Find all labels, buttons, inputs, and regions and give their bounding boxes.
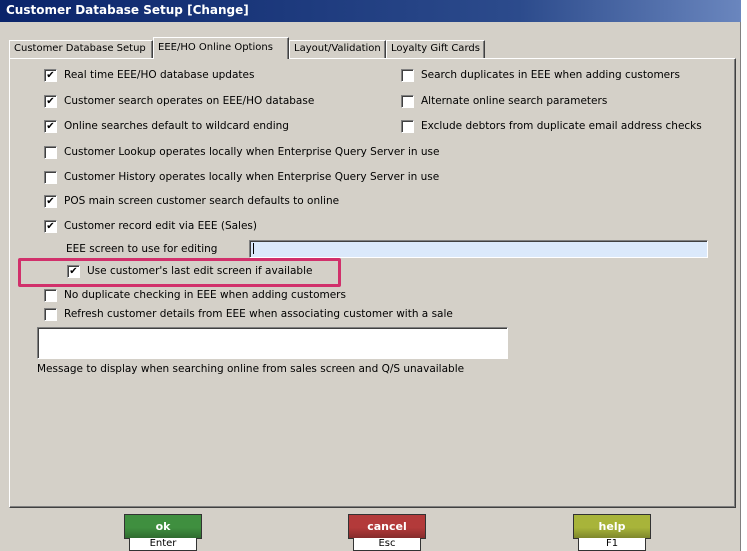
help-button-face[interactable]: help bbox=[573, 514, 651, 539]
checkbox-label: Customer search operates on EEE/HO datab… bbox=[64, 95, 315, 107]
checkbox-label: Online searches default to wildcard endi… bbox=[64, 120, 289, 132]
checkbox-box[interactable]: ✔ bbox=[44, 68, 57, 82]
window-title: Customer Database Setup [Change] bbox=[6, 3, 249, 17]
tab-layout-validation[interactable]: Layout/Validation bbox=[289, 40, 386, 58]
edit-screen-input[interactable] bbox=[249, 240, 708, 258]
record-edit-eee-checkbox[interactable]: ✔ Customer record edit via EEE (Sales) bbox=[44, 218, 257, 234]
ok-shortcut: Enter bbox=[129, 538, 197, 551]
checkbox-label: Refresh customer details from EEE when a… bbox=[64, 308, 453, 320]
tab-loyalty-gift-cards[interactable]: Loyalty Gift Cards bbox=[386, 40, 485, 58]
text-cursor bbox=[253, 243, 254, 254]
checkbox-box[interactable]: ✔ bbox=[44, 194, 57, 208]
exclude-debtors-checkbox[interactable]: Exclude debtors from duplicate email add… bbox=[401, 118, 702, 134]
edit-screen-label: EEE screen to use for editing bbox=[66, 243, 218, 255]
checkbox-label: Search duplicates in EEE when adding cus… bbox=[421, 69, 680, 81]
search-duplicates-checkbox[interactable]: Search duplicates in EEE when adding cus… bbox=[401, 67, 680, 83]
checkbox-label: Customer Lookup operates locally when En… bbox=[64, 146, 440, 158]
cancel-button-face[interactable]: cancel bbox=[348, 514, 426, 539]
checkbox-box[interactable]: ✔ bbox=[67, 264, 80, 278]
no-duplicate-check-checkbox[interactable]: No duplicate checking in EEE when adding… bbox=[44, 287, 346, 303]
history-local-checkbox[interactable]: Customer History operates locally when E… bbox=[44, 169, 439, 185]
search-on-eee-checkbox[interactable]: ✔ Customer search operates on EEE/HO dat… bbox=[44, 93, 314, 109]
checkbox-label: No duplicate checking in EEE when adding… bbox=[64, 289, 346, 301]
checkbox-box[interactable] bbox=[401, 94, 414, 108]
alternate-params-checkbox[interactable]: Alternate online search parameters bbox=[401, 93, 607, 109]
checkbox-label: Use customer's last edit screen if avail… bbox=[87, 265, 313, 277]
help-button[interactable]: help F1 bbox=[573, 514, 651, 551]
checkbox-box[interactable]: ✔ bbox=[44, 219, 57, 233]
refresh-details-checkbox[interactable]: Refresh customer details from EEE when a… bbox=[44, 306, 453, 322]
cancel-button[interactable]: cancel Esc bbox=[348, 514, 426, 551]
checkbox-box[interactable]: ✔ bbox=[44, 94, 57, 108]
checkbox-box[interactable] bbox=[44, 307, 57, 321]
checkbox-box[interactable] bbox=[44, 145, 57, 159]
pos-search-online-checkbox[interactable]: ✔ POS main screen customer search defaul… bbox=[44, 193, 339, 209]
checkbox-label: Real time EEE/HO database updates bbox=[64, 69, 255, 81]
checkbox-label: Customer record edit via EEE (Sales) bbox=[64, 220, 257, 232]
wildcard-ending-checkbox[interactable]: ✔ Online searches default to wildcard en… bbox=[44, 118, 289, 134]
title-bar[interactable]: Customer Database Setup [Change] bbox=[0, 0, 741, 22]
help-shortcut: F1 bbox=[578, 538, 646, 551]
checkbox-box[interactable]: ✔ bbox=[44, 119, 57, 133]
checkbox-label: Exclude debtors from duplicate email add… bbox=[421, 120, 702, 132]
tab-customer-database-setup[interactable]: Customer Database Setup bbox=[9, 40, 153, 58]
tab-eee-ho-online-options[interactable]: EEE/HO Online Options bbox=[153, 37, 289, 59]
message-label: Message to display when searching online… bbox=[37, 363, 465, 375]
checkbox-box[interactable] bbox=[44, 288, 57, 302]
cancel-shortcut: Esc bbox=[353, 538, 421, 551]
realtime-updates-checkbox[interactable]: ✔ Real time EEE/HO database updates bbox=[44, 67, 254, 83]
checkbox-label: Customer History operates locally when E… bbox=[64, 171, 440, 183]
checkbox-label: POS main screen customer search defaults… bbox=[64, 195, 340, 207]
use-last-edit-screen-checkbox[interactable]: ✔ Use customer's last edit screen if ava… bbox=[67, 263, 312, 279]
checkbox-box[interactable] bbox=[401, 68, 414, 82]
dialog-window: Customer Database Setup [Change] Custome… bbox=[0, 0, 741, 551]
checkbox-label: Alternate online search parameters bbox=[421, 95, 608, 107]
ok-button-face[interactable]: ok bbox=[124, 514, 202, 539]
ok-button[interactable]: ok Enter bbox=[124, 514, 202, 551]
checkbox-box[interactable] bbox=[44, 170, 57, 184]
lookup-local-checkbox[interactable]: Customer Lookup operates locally when En… bbox=[44, 144, 439, 160]
message-textarea[interactable] bbox=[37, 327, 508, 359]
checkbox-box[interactable] bbox=[401, 119, 414, 133]
